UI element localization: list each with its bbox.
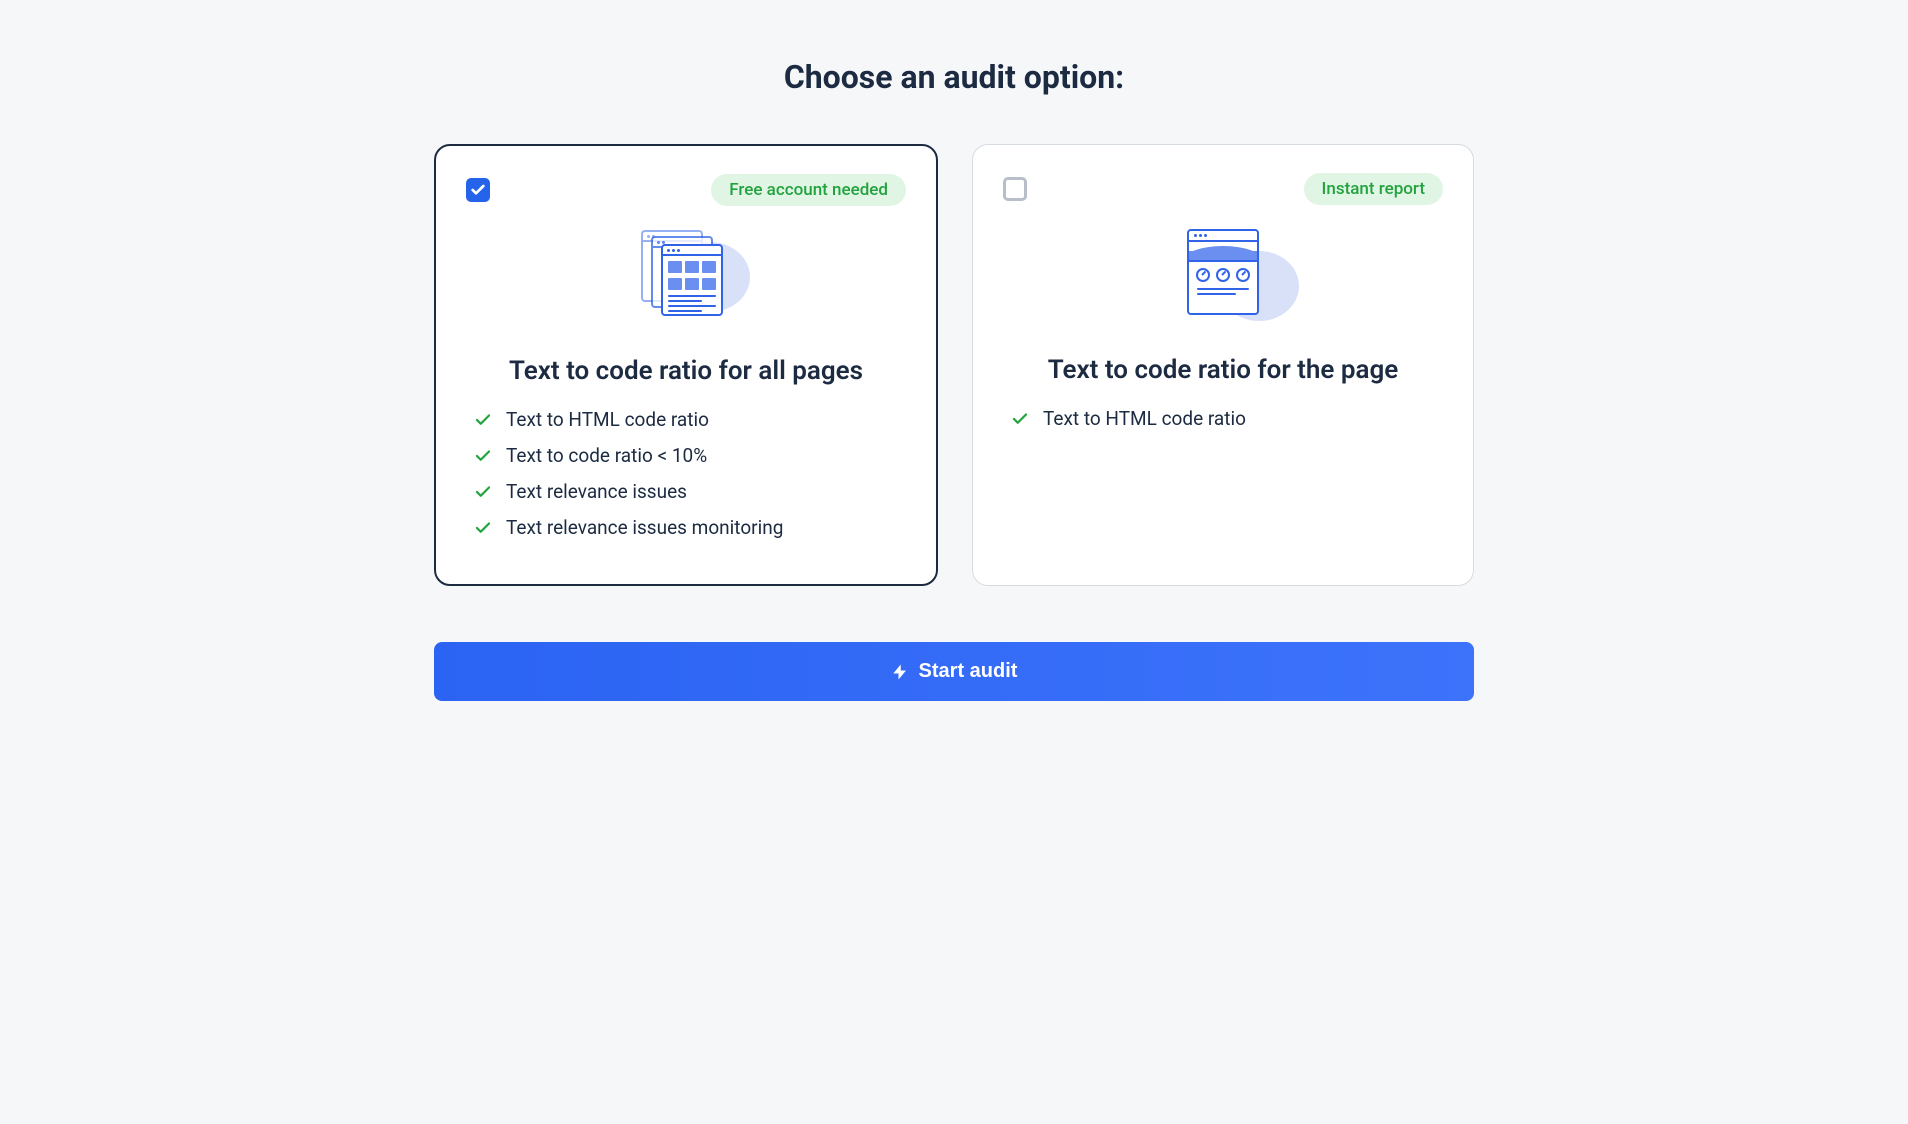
feature-label: Text relevance issues monitoring <box>506 516 783 539</box>
feature-label: Text to HTML code ratio <box>1043 407 1246 430</box>
page-title: Choose an audit option: <box>434 58 1474 96</box>
audit-option-single-page[interactable]: Instant report <box>972 144 1474 586</box>
option-badge: Free account needed <box>711 174 906 206</box>
check-icon <box>1011 410 1029 428</box>
lightning-icon <box>891 663 909 681</box>
cta-label: Start audit <box>919 660 1018 683</box>
feature-item: Text relevance issues monitoring <box>474 516 906 539</box>
feature-item: Text to HTML code ratio <box>1011 407 1443 430</box>
check-icon <box>474 411 492 429</box>
feature-list: Text to HTML code ratio <box>1003 407 1443 430</box>
feature-list: Text to HTML code ratio Text to code rat… <box>466 408 906 539</box>
check-icon <box>474 519 492 537</box>
feature-item: Text to HTML code ratio <box>474 408 906 431</box>
check-icon <box>474 447 492 465</box>
check-icon <box>474 483 492 501</box>
card-header: Instant report <box>1003 173 1443 205</box>
audit-option-all-pages[interactable]: Free account needed <box>434 144 938 586</box>
feature-label: Text relevance issues <box>506 480 687 503</box>
feature-label: Text to code ratio < 10% <box>506 444 707 467</box>
audit-options-row: Free account needed <box>434 144 1474 586</box>
card-header: Free account needed <box>466 174 906 206</box>
multi-page-illustration-icon <box>466 230 906 330</box>
feature-item: Text relevance issues <box>474 480 906 503</box>
option-title: Text to code ratio for all pages <box>466 356 906 386</box>
single-page-illustration-icon <box>1003 229 1443 329</box>
checkbox-unchecked-icon[interactable] <box>1003 177 1027 201</box>
feature-label: Text to HTML code ratio <box>506 408 709 431</box>
start-audit-button[interactable]: Start audit <box>434 642 1474 701</box>
option-badge: Instant report <box>1304 173 1443 205</box>
checkbox-checked-icon[interactable] <box>466 178 490 202</box>
feature-item: Text to code ratio < 10% <box>474 444 906 467</box>
option-title: Text to code ratio for the page <box>1003 355 1443 385</box>
